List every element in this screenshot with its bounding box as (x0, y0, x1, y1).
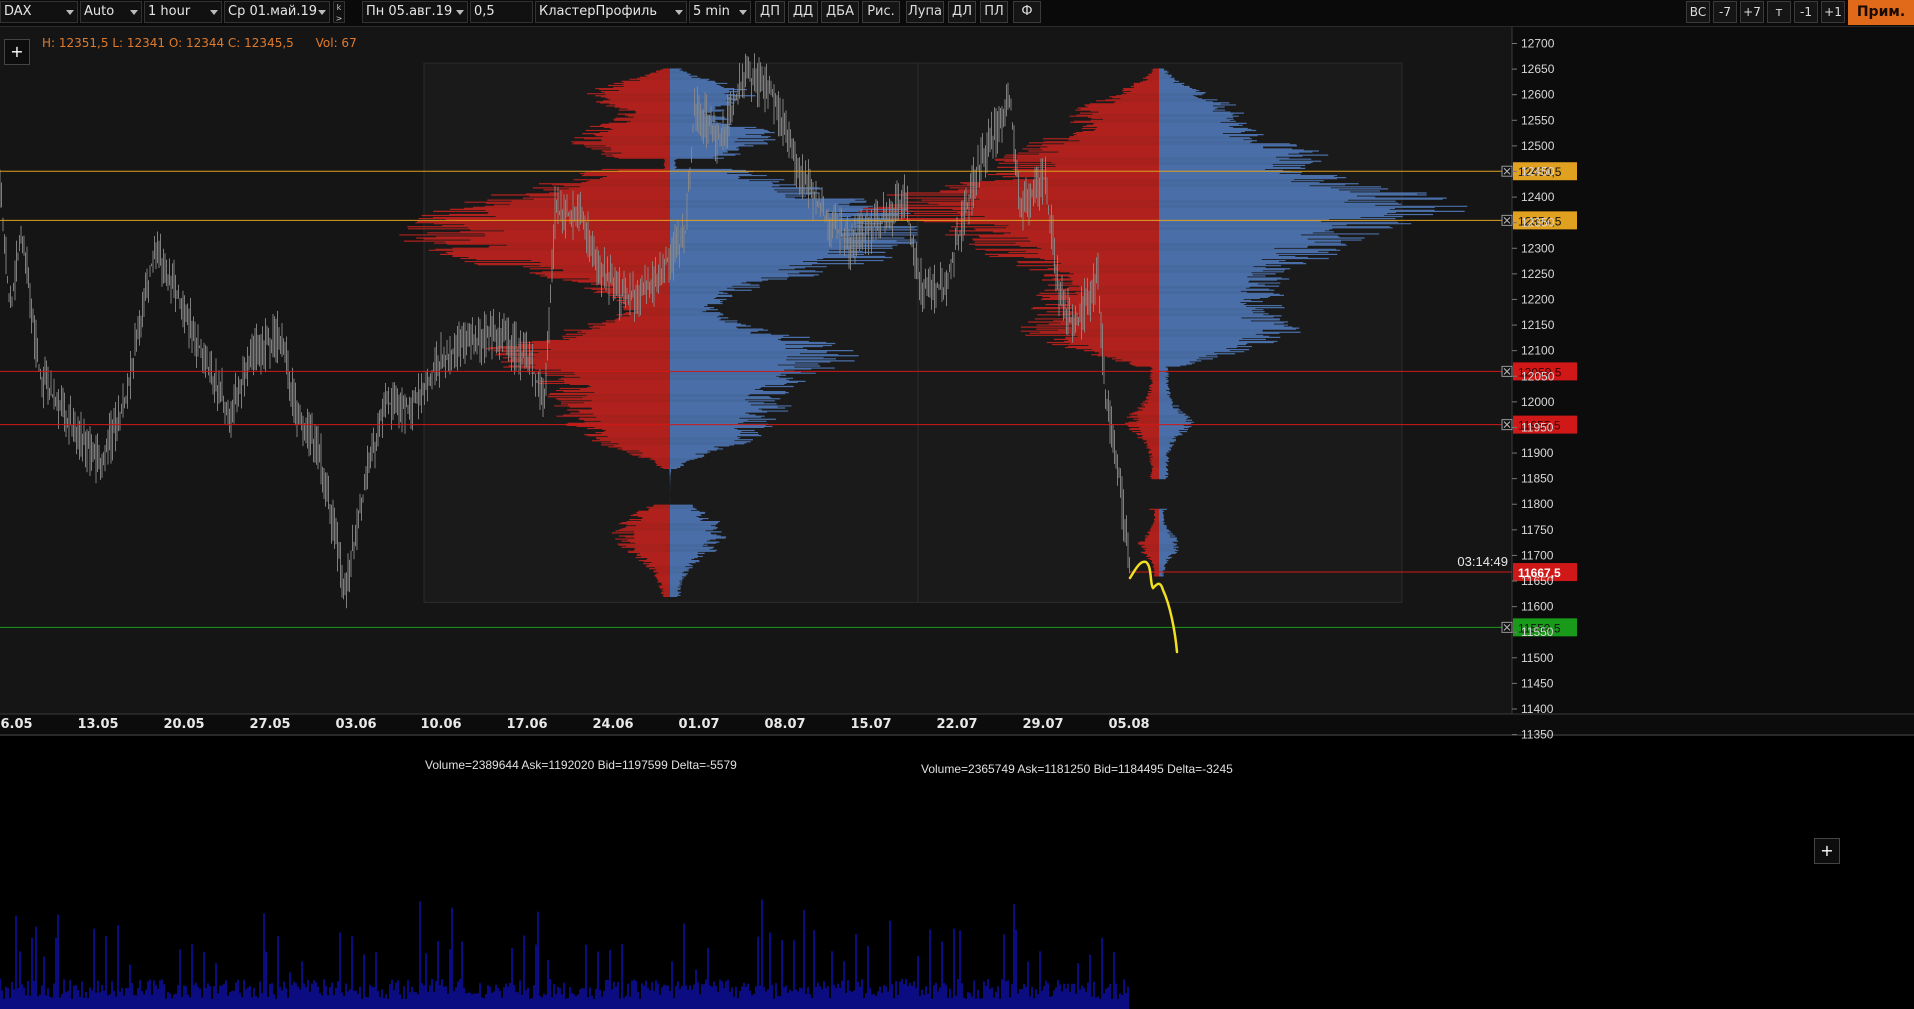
pl-button[interactable]: ПЛ (980, 1, 1008, 23)
date-tick-label: 01.07 (678, 717, 719, 732)
price-tick-label: 11500 (1521, 651, 1554, 665)
draw-button[interactable]: Рис. (862, 1, 900, 23)
price-tick-label: 12450 (1521, 164, 1555, 178)
price-tick-label: 12050 (1521, 369, 1555, 383)
scale-select[interactable]: Auto (80, 1, 142, 23)
profile-2-stats: Volume=2365749 Ask=1181250 Bid=1184495 D… (921, 762, 1233, 776)
price-tick-label: 12000 (1521, 395, 1555, 409)
date-tick-label: 13.05 (77, 717, 118, 732)
chevron-down-icon (675, 10, 683, 15)
date-tick-label: 27.05 (249, 717, 290, 732)
volume-profiles (399, 62, 1468, 603)
date-tick-label: 10.06 (420, 717, 461, 732)
price-tick-label: 12700 (1521, 37, 1555, 51)
date-from-select[interactable]: Ср 01.май.19 (224, 1, 330, 23)
chevron-down-icon (456, 10, 464, 15)
price-tick-label: 11900 (1521, 446, 1554, 460)
price-tick-label: 11350 (1521, 728, 1554, 742)
date-tick-label: 17.06 (506, 717, 547, 732)
dl-button[interactable]: ДЛ (948, 1, 976, 23)
date-tick-label: 24.06 (592, 717, 633, 732)
date-nav-stepper[interactable]: k >< k (333, 1, 345, 45)
profile-timeframe-select[interactable]: 5 min (689, 1, 751, 23)
date-tick-label: 15.07 (850, 717, 891, 732)
symbol-select[interactable]: DAX (0, 1, 78, 23)
price-tick-label: 12300 (1521, 241, 1555, 255)
profile-type-select[interactable]: КластерПрофиль (535, 1, 687, 23)
price-tick-label: 12650 (1521, 62, 1555, 76)
price-tick-label: 12350 (1521, 216, 1555, 230)
price-tick-label: 11700 (1521, 548, 1554, 562)
date-tick-label: 05.08 (1108, 717, 1149, 732)
volume-area (0, 735, 1914, 1009)
plus1-button[interactable]: +1 (1821, 1, 1845, 23)
date-to-value: Пн 05.авг.19 (366, 4, 453, 19)
price-tick-label: 11550 (1521, 625, 1554, 639)
price-tick-label: 12600 (1521, 88, 1555, 102)
price-tick-label: 12550 (1521, 113, 1555, 127)
price-tick-label: 12200 (1521, 292, 1555, 306)
symbol-value: DAX (4, 4, 32, 19)
price-tick-label: 12150 (1521, 318, 1555, 332)
bar-countdown: 03:14:49 (1457, 554, 1508, 569)
t-button[interactable]: т (1767, 1, 1791, 23)
ohlc-values: H: 12351,5 L: 12341 O: 12344 C: 12345,5 (42, 36, 294, 50)
price-tick-label: 11750 (1521, 523, 1554, 537)
volume-value: Vol: 67 (315, 36, 357, 50)
add-pane-button[interactable]: + (1814, 838, 1840, 864)
price-tick-label: 12250 (1521, 267, 1555, 281)
date-tick-label: 22.07 (936, 717, 977, 732)
date-from-value: Ср 01.май.19 (228, 4, 318, 19)
price-tick-label: 12100 (1521, 344, 1555, 358)
profile-timeframe-value: 5 min (693, 4, 730, 19)
date-tick-label: 03.06 (335, 717, 376, 732)
minus7-button[interactable]: -7 (1713, 1, 1737, 23)
tick-size-value: 0,5 (474, 4, 495, 19)
tick-size-input[interactable]: 0,5 (470, 1, 533, 23)
timeframe-value: 1 hour (148, 4, 191, 19)
date-tick-label: 06.05 (0, 717, 33, 732)
date-tick-label: 08.07 (764, 717, 805, 732)
chevron-down-icon (66, 10, 74, 15)
add-indicator-button[interactable]: + (4, 39, 30, 65)
dd-button[interactable]: ДД (788, 1, 818, 23)
magnifier-button[interactable]: Лупа (906, 1, 944, 23)
date-nav-top: k > (335, 3, 343, 23)
price-tick-label: 11600 (1521, 600, 1554, 614)
chevron-down-icon (210, 10, 218, 15)
price-tick-label: 11400 (1521, 702, 1554, 716)
price-tick-label: 12500 (1521, 139, 1555, 153)
plus7-button[interactable]: +7 (1740, 1, 1764, 23)
scale-value: Auto (84, 4, 115, 19)
chevron-down-icon (130, 10, 138, 15)
price-tick-label: 11950 (1521, 420, 1554, 434)
date-tick-label: 20.05 (163, 717, 204, 732)
price-tick-label: 11650 (1521, 574, 1554, 588)
date-to-select[interactable]: Пн 05.авг.19 (362, 1, 468, 23)
filter-button[interactable]: Ф (1013, 1, 1041, 23)
profile-1-stats: Volume=2389644 Ask=1192020 Bid=1197599 D… (425, 758, 737, 772)
profile-type-value: КластерПрофиль (539, 4, 657, 19)
ohlc-readout: H: 12351,5 L: 12341 O: 12344 C: 12345,5 … (42, 36, 375, 50)
chevron-down-icon (318, 10, 326, 15)
price-chart[interactable]: Volume=2389644 Ask=1192020 Bid=1197599 D… (0, 27, 1914, 1009)
toolbar: DAX Auto 1 hour Ср 01.май.19 k >< k Пн 0… (0, 0, 1914, 45)
apply-button[interactable]: Прим. (1848, 0, 1914, 25)
price-tick-label: 11450 (1521, 676, 1554, 690)
bc-button[interactable]: BC (1686, 1, 1710, 23)
minus1-button[interactable]: -1 (1794, 1, 1818, 23)
dba-button[interactable]: ДБА (821, 1, 859, 23)
date-tick-label: 29.07 (1022, 717, 1063, 732)
dp-button[interactable]: ДП (755, 1, 785, 23)
price-tick-label: 12400 (1521, 190, 1555, 204)
timeframe-select[interactable]: 1 hour (144, 1, 222, 23)
price-tick-label: 11800 (1521, 497, 1554, 511)
price-tick-label: 11850 (1521, 472, 1554, 486)
chevron-down-icon (739, 10, 747, 15)
